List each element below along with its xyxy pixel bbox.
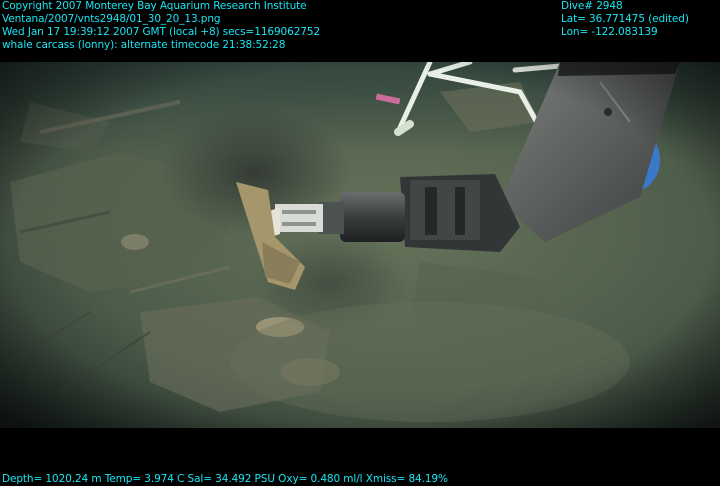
overlay-header-left: Copyright 2007 Monterey Bay Aquarium Res… [2, 0, 320, 52]
video-frame: Copyright 2007 Monterey Bay Aquarium Res… [0, 0, 720, 486]
overlay-header-right: Dive# 2948 Lat= 36.771475 (edited) Lon= … [561, 0, 689, 39]
file-path-line: Ventana/2007/vnts2948/01_30_20_13.png [2, 13, 221, 25]
timestamp-line: Wed Jan 17 19:39:12 2007 GMT (local +8) … [2, 26, 321, 38]
copyright-line: Copyright 2007 Monterey Bay Aquarium Res… [2, 0, 307, 12]
latitude: Lat= 36.771475 (edited) [561, 13, 689, 25]
site-timecode-line: whale carcass (lonny): alternate timecod… [2, 39, 286, 51]
dive-number: Dive# 2948 [561, 0, 623, 12]
longitude: Lon= -122.083139 [561, 26, 658, 38]
sensor-readout: Depth= 1020.24 m Temp= 3.974 C Sal= 34.4… [2, 473, 448, 485]
seafloor-video-image [0, 62, 720, 428]
